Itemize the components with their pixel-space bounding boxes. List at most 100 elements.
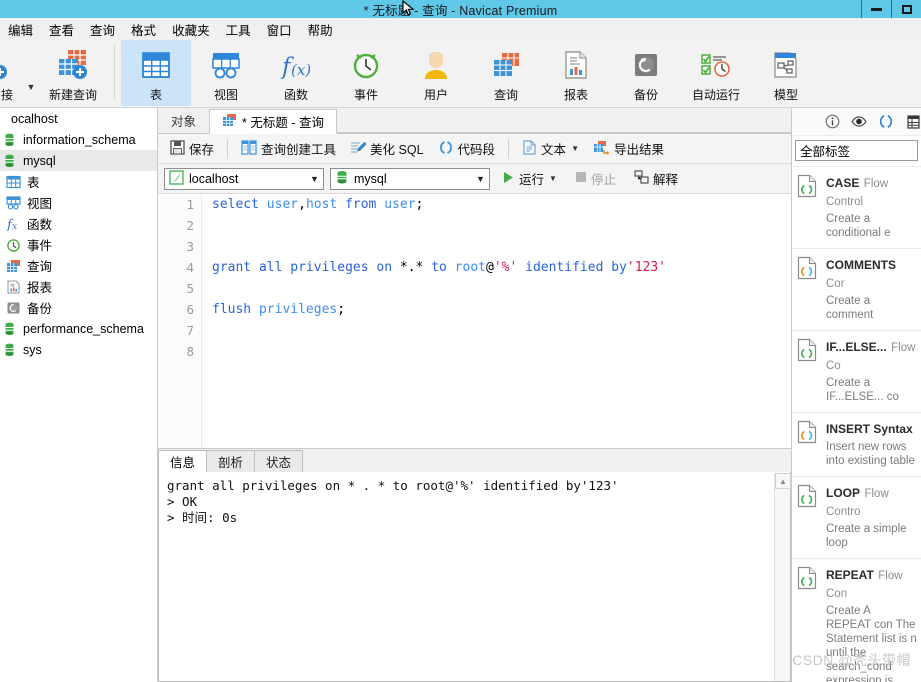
snippets-button[interactable]: 代码段 bbox=[432, 137, 502, 161]
ribbon-new-query[interactable]: 新建查询 bbox=[38, 40, 108, 106]
ribbon-table[interactable]: 表 bbox=[121, 40, 191, 106]
title-bar: * 无标题 - 查询 - Navicat Premium bbox=[0, 0, 921, 18]
ribbon-automation[interactable]: 自动运行 bbox=[681, 40, 751, 106]
ribbon-report[interactable]: 报表 bbox=[541, 40, 611, 106]
sidebar-item-backups[interactable]: 备份 bbox=[0, 297, 157, 318]
ribbon-connection-dropdown-icon[interactable]: ▼ bbox=[24, 82, 38, 92]
beautify-sql-label: 美化 SQL bbox=[370, 143, 424, 157]
snippet-title: IF...ELSE... bbox=[826, 340, 887, 354]
line-number: 7 bbox=[186, 323, 194, 338]
sidebar-item-tables[interactable]: 表 bbox=[0, 171, 157, 192]
chevron-down-icon[interactable]: ▼ bbox=[472, 169, 489, 189]
code-snippet-icon[interactable] bbox=[878, 114, 894, 130]
sidebar-item-reports[interactable]: 报表 bbox=[0, 276, 157, 297]
sidebar-item-information-schema[interactable]: information_schema bbox=[0, 129, 157, 150]
snippet-item-comments[interactable]: COMMENTS Cor Create a comment bbox=[792, 248, 921, 330]
query-icon bbox=[222, 113, 237, 130]
query-builder-button[interactable]: 查询创建工具 bbox=[235, 137, 342, 161]
database-icon bbox=[0, 321, 18, 337]
sidebar-item-mysql[interactable]: mysql bbox=[0, 150, 157, 171]
btab-info[interactable]: 信息 bbox=[158, 450, 208, 473]
beautify-sql-button[interactable]: 美化 SQL bbox=[344, 137, 430, 161]
line-number: 3 bbox=[186, 239, 194, 254]
report-icon bbox=[4, 279, 22, 295]
window-title: * 无标题 - 查询 - Navicat Premium bbox=[363, 3, 558, 18]
run-button[interactable]: 运行 ▼ bbox=[496, 167, 563, 191]
tab-untitled-query[interactable]: * 无标题 - 查询 bbox=[209, 109, 337, 134]
line-number: 6 bbox=[186, 302, 194, 317]
export-result-button[interactable]: 导出结果 bbox=[587, 137, 670, 161]
save-button[interactable]: 保存 bbox=[164, 137, 220, 161]
ribbon-view[interactable]: 视图 bbox=[191, 40, 261, 106]
snippet-item-loop[interactable]: LOOP Flow Contro Create a simple loop bbox=[792, 476, 921, 558]
snippet-desc: Create a simple loop bbox=[826, 523, 907, 549]
sidebar-item-views[interactable]: 视图 bbox=[0, 192, 157, 213]
ribbon-user[interactable]: 用户 bbox=[401, 40, 471, 106]
table-grid-icon[interactable] bbox=[905, 114, 921, 130]
menu-tools[interactable]: 工具 bbox=[218, 18, 259, 41]
menu-help[interactable]: 帮助 bbox=[300, 18, 341, 41]
eye-icon[interactable] bbox=[851, 114, 867, 130]
chevron-down-icon[interactable]: ▼ bbox=[571, 144, 579, 153]
sidebar-item-performance-schema[interactable]: performance_schema bbox=[0, 318, 157, 339]
snippet-item-if-else[interactable]: IF...ELSE... Flow Co Create a IF...ELSE.… bbox=[792, 330, 921, 412]
tab-objects[interactable]: 对象 bbox=[158, 108, 210, 133]
ribbon-label-automation: 自动运行 bbox=[691, 88, 740, 102]
snippet-item-insert-syntax[interactable]: INSERT Syntax Insert new rows into exist… bbox=[792, 412, 921, 476]
btab-status-label: 状态 bbox=[266, 456, 292, 470]
ribbon-function[interactable]: f (x) 函数 bbox=[261, 40, 331, 106]
result-vertical-scrollbar[interactable]: ▲ bbox=[774, 473, 791, 681]
sidebar-item-functions[interactable]: fx 函数 bbox=[0, 213, 157, 234]
sidebar-item-queries[interactable]: 查询 bbox=[0, 255, 157, 276]
menu-format[interactable]: 格式 bbox=[123, 18, 164, 41]
minimize-button[interactable] bbox=[861, 0, 891, 18]
ribbon-query[interactable]: 查询 bbox=[471, 40, 541, 106]
sidebar-label-events: 事件 bbox=[27, 239, 53, 253]
menu-favorites[interactable]: 收藏夹 bbox=[164, 18, 218, 41]
chevron-down-icon[interactable]: ▼ bbox=[549, 174, 557, 183]
menu-window[interactable]: 窗口 bbox=[259, 18, 300, 41]
sidebar-item-localhost[interactable]: ocalhost bbox=[0, 108, 157, 129]
function-icon: f (x) bbox=[279, 46, 313, 84]
sidebar-label-sys: sys bbox=[23, 342, 42, 357]
sidebar-label-tables: 表 bbox=[27, 176, 40, 190]
log-line: > OK bbox=[167, 494, 198, 509]
ribbon-separator bbox=[114, 44, 115, 100]
chevron-down-icon[interactable]: ▼ bbox=[306, 169, 323, 189]
ribbon-model[interactable]: 模型 bbox=[751, 40, 821, 106]
menu-edit[interactable]: 编辑 bbox=[0, 18, 41, 41]
result-tabstrip: 信息 剖析 状态 bbox=[158, 449, 791, 473]
btab-status[interactable]: 状态 bbox=[254, 450, 304, 473]
menu-query[interactable]: 查询 bbox=[82, 18, 123, 41]
sql-code-area[interactable]: select user,host from user; grant all pr… bbox=[202, 194, 791, 448]
line-number: 4 bbox=[186, 260, 194, 275]
connection-select[interactable]: localhost ▼ bbox=[164, 167, 324, 190]
database-tree-sidebar[interactable]: ocalhost information_schema mysql 表 视图 f… bbox=[0, 108, 158, 682]
stop-button: 停止 bbox=[569, 167, 622, 191]
snippet-item-repeat[interactable]: REPEAT Flow Con Create A REPEAT con The … bbox=[792, 558, 921, 682]
sidebar-item-sys[interactable]: sys bbox=[0, 339, 157, 360]
line-number: 1 bbox=[186, 197, 194, 212]
snippets-panel-header bbox=[792, 108, 921, 136]
snippet-item-case[interactable]: CASE Flow Control Create a conditional e bbox=[792, 166, 921, 248]
ribbon-event[interactable]: 事件 bbox=[331, 40, 401, 106]
scroll-up-icon[interactable]: ▲ bbox=[775, 473, 791, 489]
scrollbar-track[interactable] bbox=[775, 490, 791, 681]
btab-profile[interactable]: 剖析 bbox=[206, 450, 256, 473]
ribbon-new-connection[interactable]: f 接 bbox=[0, 40, 24, 106]
text-button[interactable]: 文本 ▼ bbox=[516, 137, 585, 161]
database-icon bbox=[0, 132, 18, 148]
ribbon-backup[interactable]: 备份 bbox=[611, 40, 681, 106]
maximize-button[interactable] bbox=[891, 0, 921, 18]
line-number: 5 bbox=[186, 281, 194, 296]
sidebar-label-mysql: mysql bbox=[23, 153, 56, 168]
tab-objects-label: 对象 bbox=[171, 115, 197, 129]
database-select[interactable]: mysql ▼ bbox=[330, 167, 490, 190]
explain-button[interactable]: 解释 bbox=[628, 167, 684, 191]
menu-view[interactable]: 查看 bbox=[41, 18, 82, 41]
snippet-filter-select[interactable]: 全部标签 bbox=[795, 140, 918, 161]
info-icon[interactable] bbox=[824, 114, 840, 130]
sql-editor[interactable]: 1 2 3 4 5 6 7 8 select user,host from us… bbox=[158, 194, 791, 449]
sidebar-item-events[interactable]: 事件 bbox=[0, 234, 157, 255]
